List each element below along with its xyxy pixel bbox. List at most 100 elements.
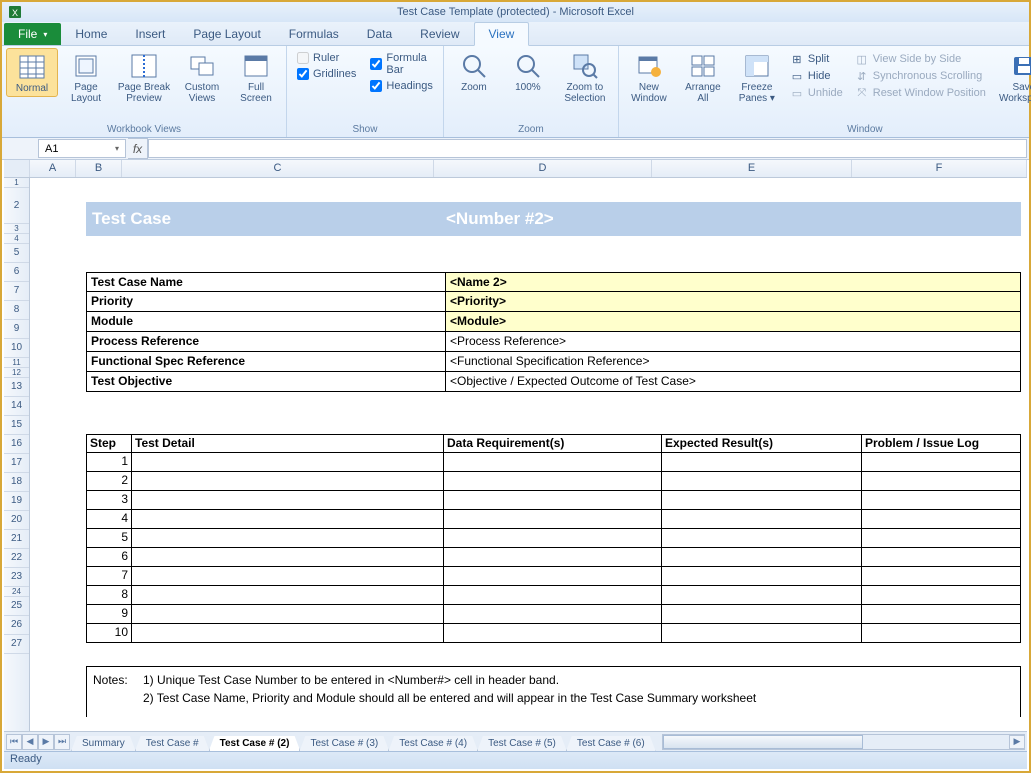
headings-checkbox[interactable]: Headings (370, 80, 432, 92)
step-expected-cell[interactable] (662, 491, 862, 510)
page-layout-button[interactable]: Page Layout (60, 48, 112, 106)
name-box[interactable]: A1▾ (38, 139, 126, 158)
step-detail-cell[interactable] (132, 472, 444, 491)
info-value[interactable]: <Process Reference> (446, 332, 1021, 352)
row-header[interactable]: 20 (4, 511, 29, 530)
col-header[interactable]: C (122, 160, 434, 177)
tab-nav-prev[interactable]: ◀ (22, 734, 38, 750)
select-all-corner[interactable] (4, 160, 30, 177)
step-num[interactable]: 2 (86, 472, 132, 491)
step-expected-cell[interactable] (662, 472, 862, 491)
step-detail-cell[interactable] (132, 548, 444, 567)
row-header[interactable]: 19 (4, 492, 29, 511)
col-header[interactable]: F (852, 160, 1027, 177)
sheet-tab[interactable]: Summary (71, 736, 136, 752)
formula-input[interactable] (148, 139, 1027, 158)
row-header[interactable]: 25 (4, 597, 29, 616)
fx-icon[interactable]: fx (128, 138, 148, 159)
row-header[interactable]: 7 (4, 282, 29, 301)
step-num[interactable]: 1 (86, 453, 132, 472)
step-problem-cell[interactable] (862, 624, 1021, 643)
row-header[interactable]: 2 (4, 188, 29, 224)
step-detail-cell[interactable] (132, 567, 444, 586)
step-data-cell[interactable] (444, 510, 662, 529)
step-data-cell[interactable] (444, 491, 662, 510)
step-expected-cell[interactable] (662, 567, 862, 586)
custom-views-button[interactable]: Custom Views (176, 48, 228, 106)
step-problem-cell[interactable] (862, 491, 1021, 510)
row-header[interactable]: 6 (4, 263, 29, 282)
tab-nav-last[interactable]: ⏭ (54, 734, 70, 750)
ruler-checkbox[interactable]: Ruler (297, 52, 356, 64)
row-header[interactable]: 26 (4, 616, 29, 635)
step-detail-cell[interactable] (132, 453, 444, 472)
step-expected-cell[interactable] (662, 453, 862, 472)
cells-area[interactable]: Test Case <Number #2> Test Case Name<Nam… (30, 178, 1027, 749)
info-value[interactable]: <Objective / Expected Outcome of Test Ca… (446, 372, 1021, 392)
tab-file[interactable]: File▾ (4, 23, 61, 45)
step-problem-cell[interactable] (862, 510, 1021, 529)
row-header[interactable]: 5 (4, 244, 29, 263)
step-expected-cell[interactable] (662, 624, 862, 643)
tab-data[interactable]: Data (353, 23, 406, 45)
row-header[interactable]: 1 (4, 178, 29, 188)
row-header[interactable]: 13 (4, 378, 29, 397)
zoom-100-button[interactable]: 100% (502, 48, 554, 95)
step-problem-cell[interactable] (862, 586, 1021, 605)
step-expected-cell[interactable] (662, 548, 862, 567)
step-num[interactable]: 10 (86, 624, 132, 643)
step-data-cell[interactable] (444, 529, 662, 548)
scroll-right-button[interactable]: ▶ (1009, 735, 1025, 749)
page-break-preview-button[interactable]: Page Break Preview (114, 48, 174, 106)
step-num[interactable]: 9 (86, 605, 132, 624)
step-expected-cell[interactable] (662, 529, 862, 548)
step-data-cell[interactable] (444, 453, 662, 472)
row-header[interactable]: 15 (4, 416, 29, 435)
step-expected-cell[interactable] (662, 586, 862, 605)
row-header[interactable]: 17 (4, 454, 29, 473)
row-header[interactable]: 18 (4, 473, 29, 492)
step-problem-cell[interactable] (862, 472, 1021, 491)
zoom-button[interactable]: Zoom (448, 48, 500, 95)
info-value[interactable]: <Priority> (446, 292, 1021, 312)
step-num[interactable]: 5 (86, 529, 132, 548)
freeze-panes-button[interactable]: Freeze Panes ▾ (731, 48, 783, 106)
col-header[interactable]: B (76, 160, 122, 177)
tab-page-layout[interactable]: Page Layout (179, 23, 274, 45)
col-header[interactable]: A (30, 160, 76, 177)
step-detail-cell[interactable] (132, 491, 444, 510)
step-problem-cell[interactable] (862, 529, 1021, 548)
horizontal-scrollbar[interactable]: ◀ ▶ (662, 734, 1025, 750)
step-problem-cell[interactable] (862, 567, 1021, 586)
new-window-button[interactable]: New Window (623, 48, 675, 106)
step-expected-cell[interactable] (662, 605, 862, 624)
step-detail-cell[interactable] (132, 624, 444, 643)
step-detail-cell[interactable] (132, 529, 444, 548)
tab-insert[interactable]: Insert (121, 23, 179, 45)
step-data-cell[interactable] (444, 605, 662, 624)
sheet-tab[interactable]: Test Case # (3) (299, 736, 389, 752)
sheet-tab[interactable]: Test Case # (4) (388, 736, 478, 752)
arrange-all-button[interactable]: Arrange All (677, 48, 729, 106)
split-button[interactable]: ⊞Split (787, 51, 846, 67)
tab-nav-first[interactable]: ⏮ (6, 734, 22, 750)
tab-home[interactable]: Home (61, 23, 121, 45)
row-header[interactable]: 22 (4, 549, 29, 568)
tab-view[interactable]: View (474, 22, 530, 46)
sheet-tab[interactable]: Test Case # (2) (209, 736, 301, 752)
row-header[interactable]: 27 (4, 635, 29, 654)
step-expected-cell[interactable] (662, 510, 862, 529)
sheet-tab[interactable]: Test Case # (5) (477, 736, 567, 752)
normal-view-button[interactable]: Normal (6, 48, 58, 97)
row-header[interactable]: 4 (4, 234, 29, 244)
tab-nav-next[interactable]: ▶ (38, 734, 54, 750)
col-header[interactable]: D (434, 160, 652, 177)
step-data-cell[interactable] (444, 624, 662, 643)
step-detail-cell[interactable] (132, 510, 444, 529)
row-header[interactable]: 3 (4, 224, 29, 234)
info-value[interactable]: <Name 2> (446, 272, 1021, 292)
tab-review[interactable]: Review (406, 23, 473, 45)
step-problem-cell[interactable] (862, 605, 1021, 624)
row-header[interactable]: 24 (4, 587, 29, 597)
formula-bar-checkbox[interactable]: Formula Bar (370, 52, 432, 76)
